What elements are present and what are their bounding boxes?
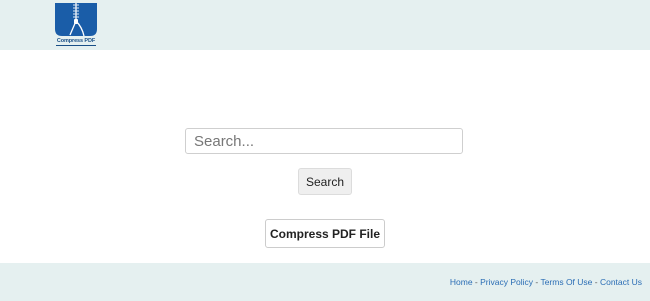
footer-link-home[interactable]: Home: [450, 277, 473, 287]
zipper-document-icon: [55, 3, 97, 37]
footer-link-privacy-policy[interactable]: Privacy Policy: [480, 277, 533, 287]
search-button[interactable]: Search: [298, 168, 352, 195]
footer-link-contact-us[interactable]: Contact Us: [600, 277, 642, 287]
compress-pdf-file-button[interactable]: Compress PDF File: [265, 219, 385, 248]
logo-underline: [56, 45, 96, 46]
footer-separator: -: [472, 277, 481, 287]
site-header: Compress PDF: [0, 0, 650, 50]
site-logo[interactable]: Compress PDF: [54, 3, 98, 49]
footer-links: Home - Privacy Policy - Terms Of Use - C…: [450, 277, 642, 287]
site-footer: Home - Privacy Policy - Terms Of Use - C…: [0, 263, 650, 301]
logo-text: Compress PDF: [56, 38, 96, 44]
search-input[interactable]: [185, 128, 463, 154]
footer-separator: -: [592, 277, 600, 287]
footer-link-terms-of-use[interactable]: Terms Of Use: [540, 277, 592, 287]
